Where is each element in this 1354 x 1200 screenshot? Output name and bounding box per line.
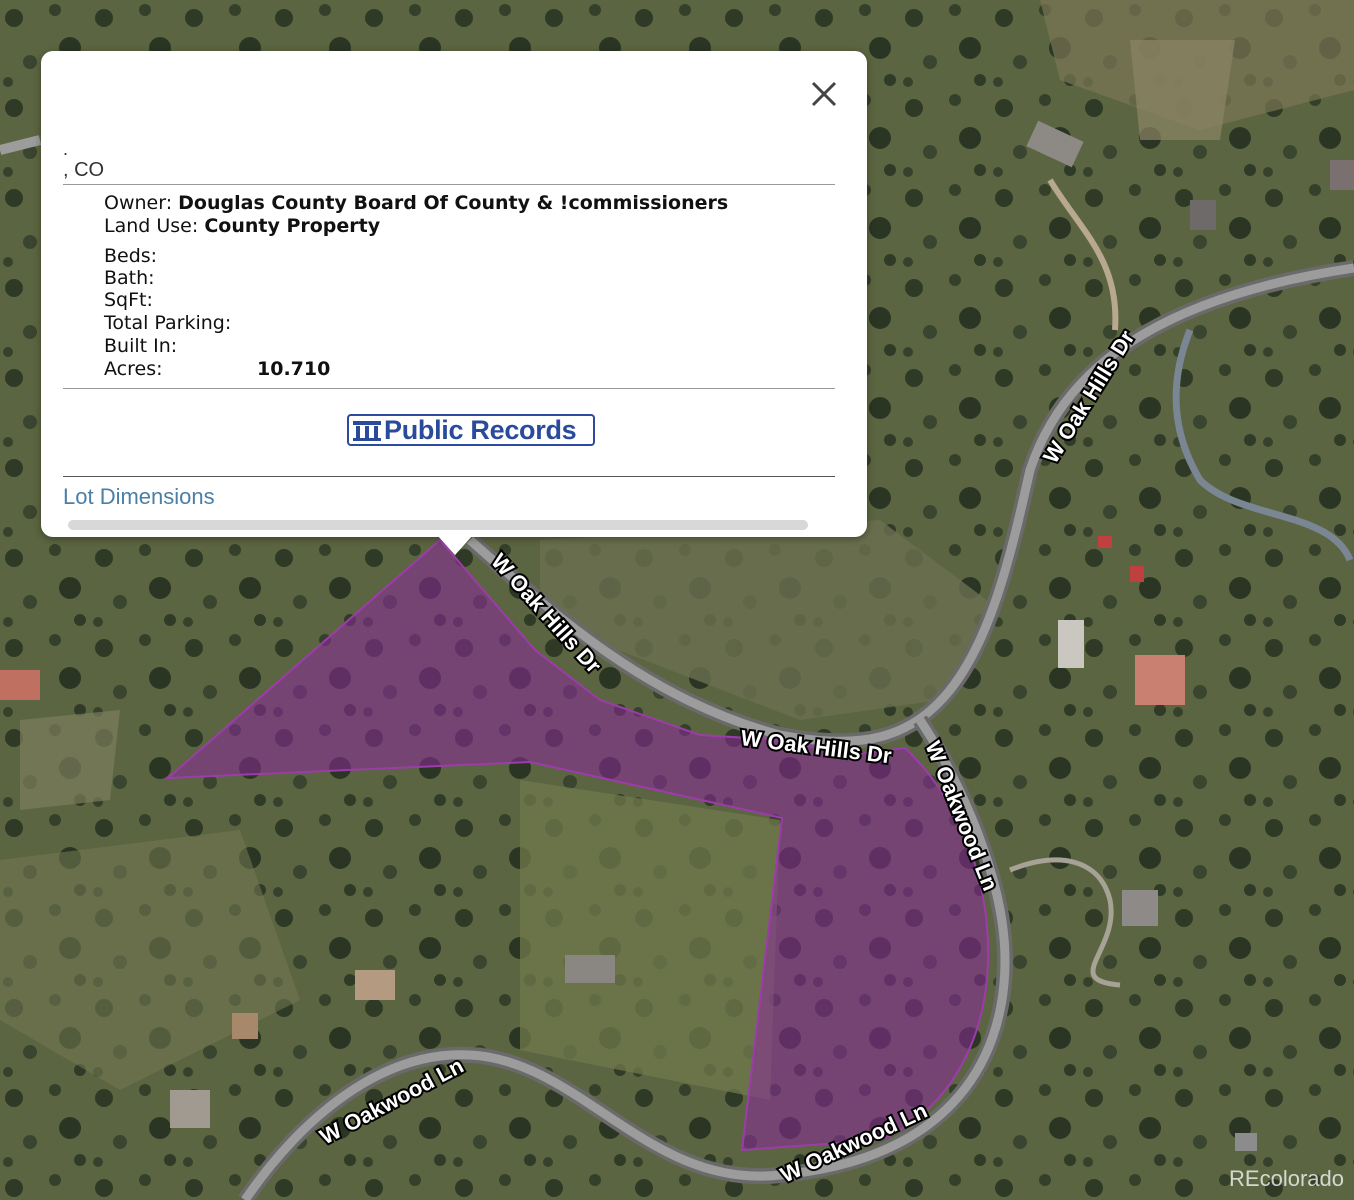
land-use-value: County Property: [204, 215, 381, 237]
public-records-label: Public Records: [384, 415, 577, 445]
land-use-row: Land Use: County Property: [104, 215, 380, 237]
bath-label: Bath:: [104, 267, 155, 289]
acres-value: 10.710: [257, 358, 331, 380]
owner-row: Owner: Douglas County Board Of County & …: [104, 192, 728, 214]
divider: [63, 184, 835, 185]
close-icon[interactable]: [807, 77, 841, 111]
popup-pointer: [437, 535, 473, 555]
built-in-label: Built In:: [104, 335, 178, 357]
beds-label: Beds:: [104, 245, 158, 267]
divider: [63, 476, 835, 477]
public-records-button[interactable]: Public Records: [347, 414, 595, 446]
watermark: REcolorado: [1229, 1166, 1344, 1191]
horizontal-scrollbar[interactable]: [68, 520, 808, 530]
lot-dimensions-link[interactable]: Lot Dimensions: [63, 484, 215, 510]
courthouse-icon: [353, 421, 381, 441]
acres-label: Acres:: [104, 358, 163, 380]
land-use-label: Land Use:: [104, 215, 199, 237]
property-popup: . , CO Owner: Douglas County Board Of Co…: [41, 51, 867, 537]
owner-label: Owner:: [104, 192, 173, 214]
address-line-1: .: [63, 139, 69, 159]
sqft-label: SqFt:: [104, 289, 153, 311]
parking-label: Total Parking:: [104, 312, 232, 334]
address-line-2: , CO: [63, 159, 105, 181]
owner-value: Douglas County Board Of County & !commis…: [178, 192, 729, 214]
divider: [63, 388, 835, 389]
